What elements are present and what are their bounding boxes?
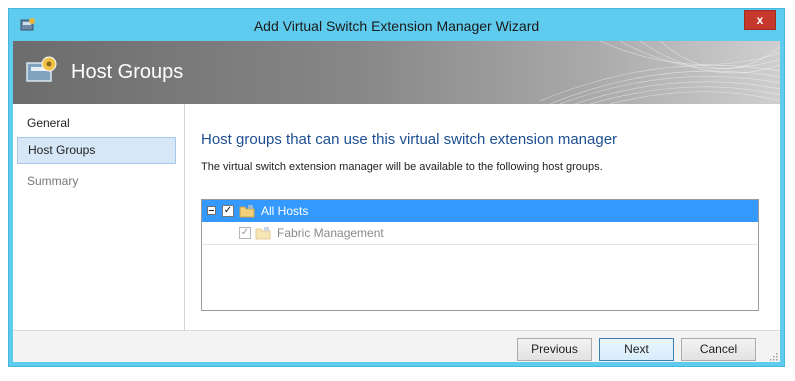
all-hosts-checkbox[interactable]: ✓ [222,205,234,217]
nav-item-general[interactable]: General [17,110,176,137]
fabric-management-checkbox[interactable]: ✓ [239,227,251,239]
host-group-tree[interactable]: ✓ All Hosts ✓ Fabric Management [201,199,759,311]
close-icon: x [756,13,764,27]
tree-row-all-hosts[interactable]: ✓ All Hosts [202,200,758,222]
content-description: The virtual switch extension manager wil… [201,161,603,173]
content-heading: Host groups that can use this virtual sw… [201,131,618,148]
banner-decoration [540,41,780,104]
host-group-folder-icon [239,205,255,218]
tree-row-fabric-management[interactable]: ✓ Fabric Management [202,222,758,245]
tree-label-all-hosts: All Hosts [261,204,309,218]
wizard-window: Add Virtual Switch Extension Manager Wiz… [8,8,785,367]
page-content: Host groups that can use this virtual sw… [201,104,776,330]
wizard-gear-icon [26,56,57,82]
window-title: Add Virtual Switch Extension Manager Wiz… [253,18,540,34]
host-group-folder-icon [255,227,271,240]
page-banner: Host Groups [13,41,780,104]
page-title: Host Groups [71,61,184,83]
collapse-icon[interactable] [207,206,216,215]
close-button[interactable]: x [744,10,776,30]
previous-button[interactable]: Previous [517,338,592,361]
tree-label-fabric-management: Fabric Management [277,226,384,240]
wizard-footer: Previous Next Cancel [13,330,780,362]
wizard-nav: General Host Groups Summary [13,104,185,330]
nav-item-summary[interactable]: Summary [17,168,176,195]
resize-grip-icon[interactable] [768,351,778,361]
nav-item-host-groups[interactable]: Host Groups [17,137,176,164]
next-button[interactable]: Next [599,338,674,361]
wizard-client-area: Host Groups General Host Groups Summary … [13,41,780,362]
title-bar[interactable]: Add Virtual Switch Extension Manager Wiz… [9,9,784,41]
cancel-button[interactable]: Cancel [681,338,756,361]
